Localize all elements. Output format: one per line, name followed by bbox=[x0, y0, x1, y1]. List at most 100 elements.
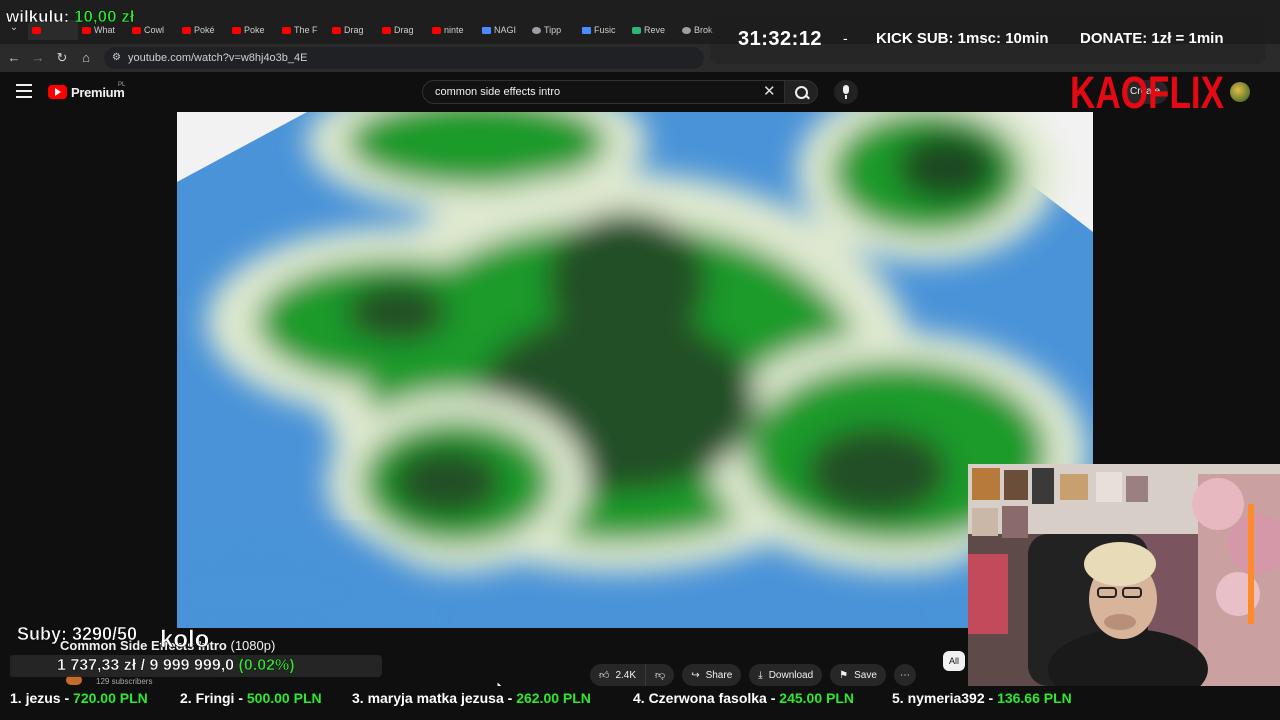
leaderboard-entry: 2. Fringi - 500.00 PLN bbox=[180, 690, 322, 706]
home-icon[interactable]: ⌂ bbox=[78, 50, 94, 66]
bookmark-icon: ⚑ bbox=[839, 669, 849, 681]
tab-label: Poké bbox=[194, 25, 215, 35]
screen: { "browser": { "tabs": [ {"label": "", "… bbox=[0, 0, 1280, 720]
youtube-icon bbox=[282, 26, 291, 34]
like-count: 2.4K bbox=[615, 669, 637, 681]
back-arrow-icon[interactable]: ← bbox=[6, 50, 22, 66]
tab-label: Drag bbox=[394, 25, 414, 35]
hamburger-menu-icon[interactable] bbox=[16, 84, 32, 98]
thumbs-up-icon: 👍︎ bbox=[599, 670, 610, 681]
share-button[interactable]: ↪ Share bbox=[682, 664, 742, 686]
browser-tab[interactable]: Drag bbox=[328, 20, 378, 40]
tab-label: Poke bbox=[244, 25, 265, 35]
clear-search-icon[interactable]: ✕ bbox=[763, 84, 776, 100]
like-button[interactable]: 👍︎ 2.4K bbox=[590, 664, 647, 686]
leaderboard-entry: 1. jezus - 720.00 PLN bbox=[10, 690, 148, 706]
search-query: common side effects intro bbox=[435, 86, 561, 98]
youtube-premium-wordmark[interactable]: Premium bbox=[71, 85, 125, 100]
generic-icon bbox=[682, 26, 691, 34]
tab-label: Tipp bbox=[544, 25, 562, 35]
save-button[interactable]: ⚑ Save bbox=[830, 664, 886, 686]
search-button[interactable] bbox=[784, 80, 818, 104]
doc-icon bbox=[582, 26, 591, 34]
video-action-bar: 👍︎ 2.4K 👎︎ ↪ Share ⤓ Download ⚑ Save ⋯ bbox=[590, 664, 916, 686]
youtube-icon bbox=[232, 26, 241, 34]
tab-label: Reve bbox=[644, 25, 666, 35]
goal-target: 9 999 999,0 bbox=[149, 657, 235, 674]
youtube-icon bbox=[332, 26, 341, 34]
donation-goal-fill bbox=[10, 655, 12, 677]
ellipsis-icon: ⋯ bbox=[899, 669, 910, 681]
video-quality: (1080p) bbox=[230, 638, 276, 653]
url-text: youtube.com/watch?v=w8hj4o3b_4E bbox=[128, 52, 308, 64]
webcam-frame bbox=[968, 464, 1280, 686]
tab-label: Fusic bbox=[594, 25, 616, 35]
donor-amount: 10,00 zł bbox=[74, 7, 135, 27]
leaderboard-entry: 5. nymeria392 - 136.66 PLN bbox=[892, 690, 1072, 706]
subathon-timer: 31:32:12 bbox=[738, 28, 823, 50]
youtube-icon bbox=[82, 26, 91, 34]
tab-label: ninte bbox=[444, 25, 464, 35]
download-label: Download bbox=[768, 669, 814, 681]
dislike-button[interactable]: 👎︎ bbox=[646, 664, 675, 686]
streamer-webcam bbox=[968, 464, 1280, 686]
browser-tab[interactable]: Fusic bbox=[578, 20, 628, 40]
browser-tab[interactable]: NAGI bbox=[478, 20, 528, 40]
leaderboard-entry: 3. maryja matka jezusa - 262.00 PLN bbox=[352, 690, 591, 706]
youtube-icon bbox=[432, 26, 441, 34]
site-info-icon[interactable]: ⚙ bbox=[112, 52, 124, 64]
voice-search-icon[interactable] bbox=[834, 80, 858, 104]
reload-icon[interactable]: ↻ bbox=[54, 50, 70, 66]
subs-goal-overlay: Suby: 3290/50 bbox=[17, 624, 138, 645]
search-input[interactable]: common side effects intro ✕ bbox=[422, 80, 784, 104]
chip-all[interactable]: All bbox=[943, 651, 965, 671]
donation-leaderboard-ticker: 1. jezus - 720.00 PLN 2. Fringi - 500.00… bbox=[0, 686, 1280, 712]
leaderboard-entry: 4. Czerwona fasolka - 245.00 PLN bbox=[633, 690, 854, 706]
browser-tab[interactable]: Cowl bbox=[128, 20, 178, 40]
tab-label: Drag bbox=[344, 25, 364, 35]
share-arrow-icon: ↪ bbox=[691, 669, 700, 681]
account-avatar[interactable] bbox=[1230, 82, 1250, 102]
browser-tab[interactable]: The F bbox=[278, 20, 328, 40]
hud-separator: - bbox=[843, 30, 848, 46]
donate-rate: DONATE: 1zł = 1min bbox=[1080, 30, 1224, 47]
browser-tab[interactable]: ninte bbox=[428, 20, 478, 40]
browser-tab[interactable]: Poke bbox=[228, 20, 278, 40]
region-code: PL bbox=[118, 82, 126, 88]
goal-current: 1 737,33 zł bbox=[57, 657, 137, 674]
doc-icon bbox=[482, 26, 491, 34]
video-frame-blurred-planet bbox=[177, 112, 1093, 628]
save-label: Save bbox=[854, 669, 877, 681]
donation-goal-text: 1 737,33 zł / 9 999 999,0 (0.02%) bbox=[57, 657, 295, 675]
tab-label: Cowl bbox=[144, 25, 165, 35]
download-button[interactable]: ⤓ Download bbox=[749, 664, 823, 686]
tab-label: The F bbox=[294, 25, 318, 35]
youtube-icon bbox=[132, 26, 141, 34]
donor-name: wilkulu: bbox=[6, 7, 70, 27]
kick-icon bbox=[632, 26, 641, 34]
overlay-word: kolo bbox=[160, 626, 210, 654]
youtube-icon bbox=[32, 26, 41, 34]
like-dislike-group: 👍︎ 2.4K 👎︎ bbox=[590, 664, 675, 686]
goal-percent: (0.02%) bbox=[238, 657, 295, 674]
thumbs-down-icon: 👎︎ bbox=[655, 670, 666, 681]
browser-tab[interactable]: Poké bbox=[178, 20, 228, 40]
channel-subscriber-count: 129 subscribers bbox=[96, 677, 153, 686]
video-player[interactable] bbox=[177, 112, 1093, 628]
goal-separator: / bbox=[140, 657, 146, 674]
youtube-icon bbox=[182, 26, 191, 34]
kick-sub-rate: KICK SUB: 1msc: 10min bbox=[876, 30, 1049, 47]
address-bar[interactable]: ⚙ youtube.com/watch?v=w8hj4o3b_4E bbox=[104, 47, 704, 69]
browser-tab[interactable]: Tipp bbox=[528, 20, 578, 40]
browser-tab[interactable]: Drag bbox=[378, 20, 428, 40]
tab-label: NAGI bbox=[494, 25, 517, 35]
youtube-logo-icon[interactable] bbox=[48, 85, 67, 99]
kaoflix-logo: KAOFLIX bbox=[1070, 67, 1225, 118]
youtube-icon bbox=[382, 26, 391, 34]
browser-tab[interactable]: Reve bbox=[628, 20, 678, 40]
forward-arrow-icon[interactable]: → bbox=[30, 50, 46, 66]
latest-donation-overlay: wilkulu: 10,00 zł bbox=[6, 7, 135, 27]
download-icon: ⤓ bbox=[758, 669, 763, 681]
generic-icon bbox=[532, 26, 541, 34]
more-actions-button[interactable]: ⋯ bbox=[893, 664, 916, 686]
